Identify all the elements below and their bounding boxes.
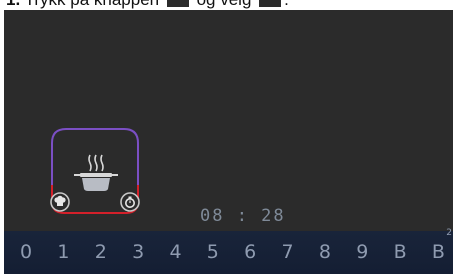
power-level-label: 6 [244,241,257,263]
power-level-6[interactable]: 6 [244,231,256,274]
power-level-label: 2 [94,241,107,263]
power-level-label: 1 [57,241,70,263]
power-level-10[interactable]: B [394,231,407,274]
instruction-text-end: . [284,0,289,9]
power-level-bar: 0123456789BB2 [4,229,453,274]
button-icon [166,0,189,7]
cooking-zone[interactable] [48,127,142,215]
chef-hat-icon [50,192,70,212]
power-level-label: 9 [356,241,369,263]
power-level-9[interactable]: 9 [356,231,368,274]
power-level-label: 0 [20,241,33,263]
instruction-text-middle: og velg [197,0,252,9]
power-level-label: 5 [206,241,219,263]
instruction-text: 1. Trykk på knappen og velg . [6,0,289,10]
power-level-superscript: 2 [446,228,452,238]
power-level-label: 4 [169,241,182,263]
option-icon [259,0,282,7]
instruction-text-before: Trykk på knappen [25,0,160,9]
page: 1. Trykk på knappen og velg . [0,0,457,275]
power-level-7[interactable]: 7 [282,231,294,274]
power-level-1[interactable]: 1 [57,231,69,274]
power-level-0[interactable]: 0 [20,231,32,274]
pot-icon [74,173,118,191]
power-level-3[interactable]: 3 [132,231,144,274]
power-level-8[interactable]: 8 [319,231,331,274]
power-level-label: 8 [318,241,331,263]
power-level-label: B [393,241,407,263]
power-level-label: 3 [132,241,145,263]
clock-display: 08 : 28 [200,206,286,226]
power-level-5[interactable]: 5 [207,231,219,274]
power-level-label: 7 [281,241,294,263]
instruction-step: 1. [6,0,20,9]
power-level-2[interactable]: 2 [95,231,107,274]
steam-icon [88,154,104,172]
timer-icon [120,192,140,212]
power-level-4[interactable]: 4 [169,231,181,274]
power-level-11[interactable]: B2 [431,229,452,274]
cooktop-display: 08 : 28 0123456789BB2 [4,10,453,274]
power-level-label: B [431,241,445,263]
